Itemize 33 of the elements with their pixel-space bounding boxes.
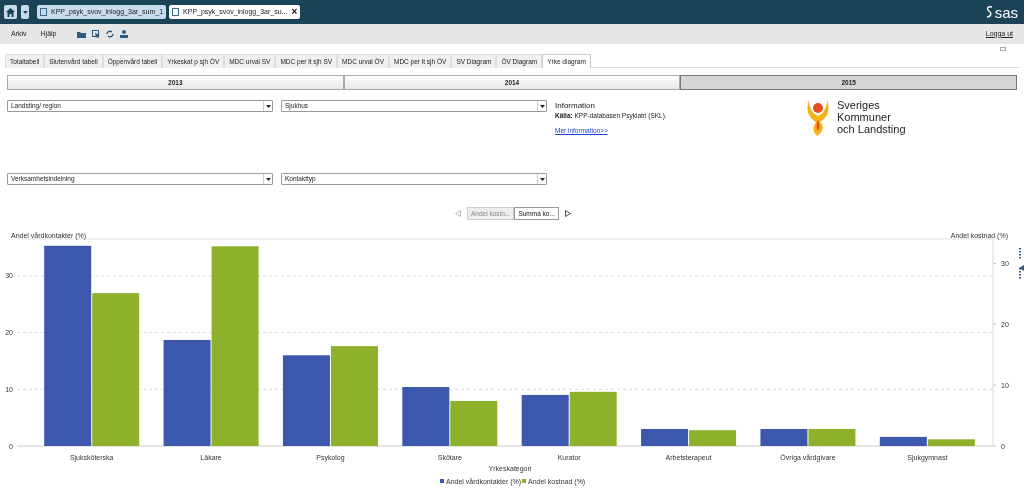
brand-logo-text: sas [994, 4, 1018, 20]
caret-icon [539, 104, 545, 108]
document-icon [40, 8, 47, 16]
user-icon[interactable] [119, 30, 128, 38]
bar[interactable] [163, 339, 211, 446]
resize-handle-icon[interactable] [1019, 248, 1024, 279]
bar[interactable] [760, 429, 808, 446]
home-button[interactable] [4, 5, 17, 19]
bar[interactable] [879, 436, 927, 446]
previous-arrow-icon[interactable] [455, 210, 461, 217]
bar[interactable] [641, 429, 689, 446]
maximize-icon[interactable] [1000, 47, 1006, 51]
information-title: Information [555, 100, 597, 111]
dropdown-button[interactable] [21, 5, 29, 19]
bar[interactable] [521, 394, 569, 446]
caret-icon [539, 177, 545, 181]
next-arrow-icon[interactable] [564, 210, 571, 217]
logo-text: och Landsting [837, 123, 906, 135]
bar[interactable] [282, 355, 330, 446]
close-button[interactable]: × [291, 7, 298, 17]
sas-logo-icon [985, 6, 994, 18]
bar[interactable] [44, 245, 92, 446]
logo-text: Sveriges [837, 99, 881, 111]
logo-text: Kommuner [837, 111, 892, 123]
caret-icon [265, 104, 271, 108]
caret-icon [265, 177, 271, 181]
refresh-icon[interactable] [105, 30, 114, 38]
home-icon [6, 7, 15, 17]
bar[interactable] [402, 387, 450, 446]
document-icon [172, 8, 180, 16]
caret-icon [22, 10, 28, 14]
folder-icon[interactable] [76, 30, 86, 38]
cursor-select-icon[interactable] [91, 30, 100, 38]
